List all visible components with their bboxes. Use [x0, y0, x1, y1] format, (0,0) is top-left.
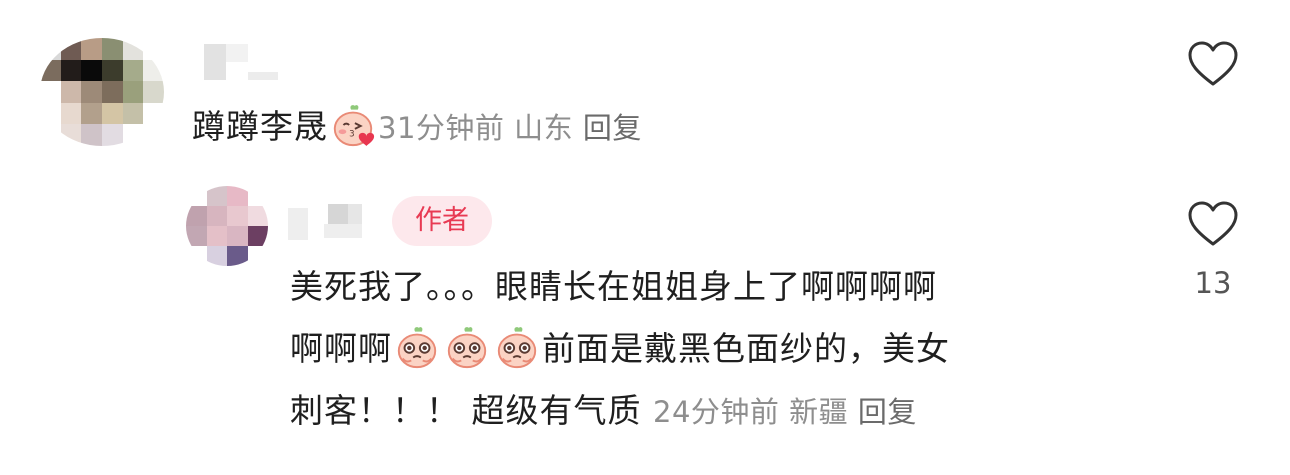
- username-blurred[interactable]: [288, 200, 374, 240]
- heart-icon: [1188, 201, 1238, 246]
- comment-1-body: 蹲蹲李晟 3 31分钟前 山东 回复: [192, 100, 642, 155]
- teary-peach-icon: [497, 327, 537, 369]
- comment-2-time: 24分钟前: [653, 395, 780, 429]
- comment-2-line-2: 啊啊啊 前面是戴黑色面纱的，美女: [290, 322, 1140, 376]
- svg-text:3: 3: [349, 130, 355, 140]
- comment-1-meta: 31分钟前 山东 回复: [378, 111, 642, 145]
- comment-2-text-4: 刺客！！！ 超级有气质: [290, 391, 642, 430]
- comment-2-text-2: 啊啊啊: [290, 329, 392, 368]
- comment-2-line-3: 刺客！！！ 超级有气质 24分钟前 新疆 回复: [290, 384, 1140, 439]
- avatar[interactable]: [186, 186, 268, 266]
- comment-2-line-1: 美死我了。。。眼睛长在姐姐身上了啊啊啊啊: [290, 260, 1140, 314]
- like-button[interactable]: 13: [1185, 200, 1241, 300]
- comment-2-meta: 24分钟前 新疆 回复: [653, 395, 917, 429]
- comment-2-location: 新疆: [789, 395, 849, 429]
- comment-2-body: 美死我了。。。眼睛长在姐姐身上了啊啊啊啊 啊啊啊 前面是戴黑色面纱的，美女 刺客…: [290, 260, 1140, 439]
- comment-2-text-1: 美死我了。。。眼睛长在姐姐身上了啊啊啊啊: [290, 267, 937, 306]
- comment-1-text: 蹲蹲李晟: [192, 107, 328, 146]
- author-badge: 作者: [392, 196, 492, 246]
- reply-button[interactable]: 回复: [583, 111, 642, 145]
- comment-1-time: 31分钟前: [378, 111, 505, 145]
- comment-thread: 蹲蹲李晟 3 31分钟前 山东 回复 作者 美死我了。。。眼睛长在姐姐身上了啊啊…: [0, 0, 1290, 475]
- username-blurred[interactable]: [204, 44, 284, 80]
- kissing-peach-icon: 3: [333, 105, 375, 147]
- like-button[interactable]: [1185, 40, 1241, 92]
- teary-peach-icon: [397, 327, 437, 369]
- comment-2-text-3: 前面是戴黑色面纱的，美女: [542, 329, 950, 368]
- avatar[interactable]: [40, 38, 164, 146]
- like-count: 13: [1194, 266, 1232, 300]
- comment-1-location: 山东: [514, 111, 574, 145]
- reply-button[interactable]: 回复: [858, 395, 917, 429]
- heart-icon: [1188, 41, 1238, 86]
- teary-peach-icon: [447, 327, 487, 369]
